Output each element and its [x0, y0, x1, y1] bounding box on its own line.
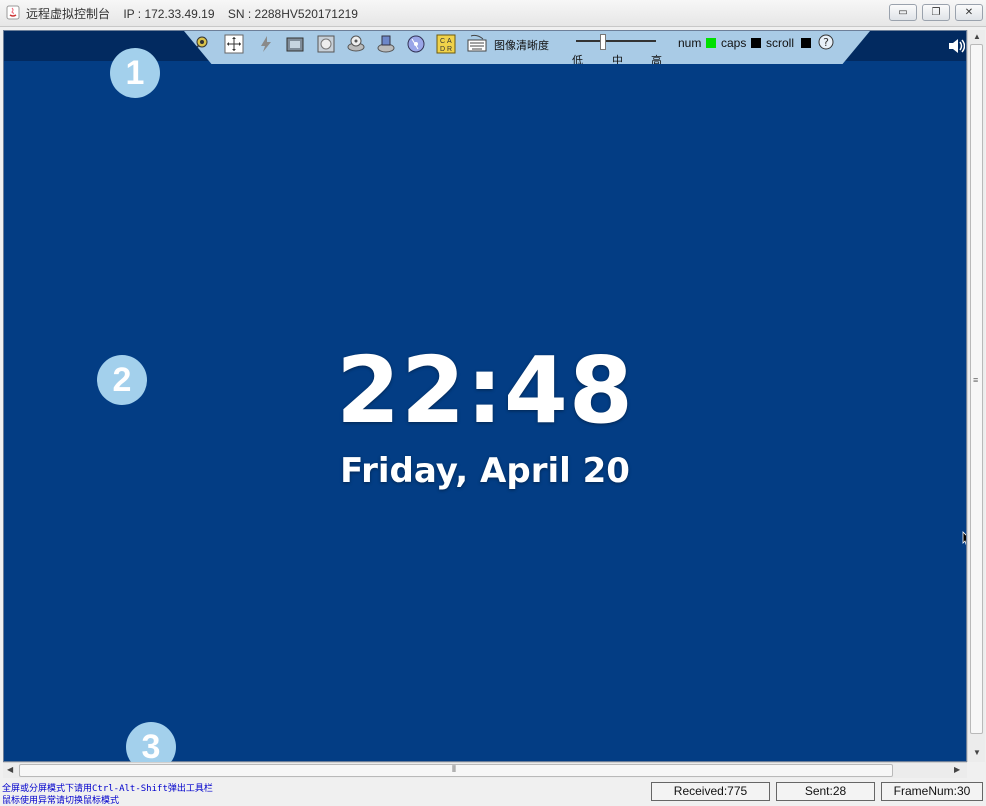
frame-counter: FrameNum:30: [881, 782, 983, 801]
hint-mouse-mode: 鼠标使用异常请切换鼠标模式: [2, 796, 120, 806]
letters-icon[interactable]: CA DR: [436, 34, 456, 54]
cd-drive-icon[interactable]: [406, 34, 426, 54]
svg-text:R: R: [447, 46, 452, 53]
title-bar: 远程虚拟控制台 IP : 172.33.49.19 SN : 2288HV520…: [0, 0, 986, 27]
close-icon: ✕: [964, 7, 974, 18]
vertical-scroll-thumb[interactable]: ≡: [970, 44, 983, 734]
num-lock-label: num: [678, 36, 702, 50]
horizontal-scroll-thumb[interactable]: ⦀: [19, 764, 893, 777]
scroll-lock-indicator: [801, 38, 811, 48]
minimize-button[interactable]: ▭: [889, 4, 917, 21]
received-counter: Received:775: [651, 782, 770, 801]
caps-lock-indicator: [751, 38, 761, 48]
grip-icon: ⦀: [452, 764, 456, 774]
horizontal-scrollbar[interactable]: ◀ ⦀ ▶: [3, 762, 967, 778]
svg-text:C: C: [440, 38, 445, 45]
annotation-badge-2: 2: [97, 355, 147, 405]
svg-text:D: D: [440, 46, 445, 53]
cd-image-icon[interactable]: [316, 34, 336, 54]
question-icon[interactable]: ?: [818, 34, 834, 50]
move-icon[interactable]: [224, 34, 244, 54]
scroll-up-icon[interactable]: ▲: [973, 32, 981, 42]
keyboard-icon[interactable]: [467, 34, 487, 54]
slider-thumb[interactable]: [600, 34, 607, 50]
vertical-scrollbar[interactable]: ▲ ≡ ▼: [967, 30, 985, 762]
caps-lock-label: caps: [721, 36, 747, 50]
speaker-icon[interactable]: [947, 38, 965, 54]
status-bar: 全屏或分屏模式下请用Ctrl-Alt-Shift弹出工具栏 鼠标使用异常请切换鼠…: [0, 778, 986, 806]
quality-low-label: 低: [572, 55, 583, 67]
minimize-icon: ▭: [898, 7, 908, 18]
num-lock-indicator: [706, 38, 716, 48]
slider-track: [576, 40, 656, 42]
restore-icon: ❐: [931, 7, 941, 18]
lock-screen-date: Friday, April 20: [340, 451, 630, 491]
disk-icon[interactable]: [346, 34, 366, 54]
svg-text:A: A: [447, 38, 452, 45]
quality-label: 图像清晰度: [494, 40, 549, 52]
remote-toolbar: CA DR 图像清晰度 低 中 高 num caps scroll ?: [184, 31, 870, 64]
window-title: 远程虚拟控制台 IP : 172.33.49.19 SN : 2288HV520…: [26, 7, 358, 21]
scroll-down-icon[interactable]: ▼: [973, 748, 981, 758]
camera-icon[interactable]: [285, 34, 305, 54]
restore-button[interactable]: ❐: [922, 4, 950, 21]
quality-mid-label: 中: [612, 55, 623, 67]
scroll-lock-label: scroll: [766, 36, 795, 50]
grip-icon: ≡: [973, 375, 979, 385]
floppy-icon[interactable]: [376, 34, 396, 54]
scroll-right-icon[interactable]: ▶: [954, 765, 960, 775]
svg-text:?: ?: [823, 36, 829, 49]
sent-counter: Sent:28: [776, 782, 875, 801]
java-icon: [6, 5, 20, 20]
lightning-icon[interactable]: [256, 34, 276, 54]
lock-screen-time: 22:48: [336, 337, 634, 444]
close-button[interactable]: ✕: [955, 4, 983, 21]
remote-screen[interactable]: CA DR 图像清晰度 低 中 高 num caps scroll ? 22:4…: [3, 30, 967, 762]
scroll-left-icon[interactable]: ◀: [7, 765, 13, 775]
annotation-badge-1: 1: [110, 48, 160, 98]
quality-high-label: 高: [651, 55, 662, 67]
